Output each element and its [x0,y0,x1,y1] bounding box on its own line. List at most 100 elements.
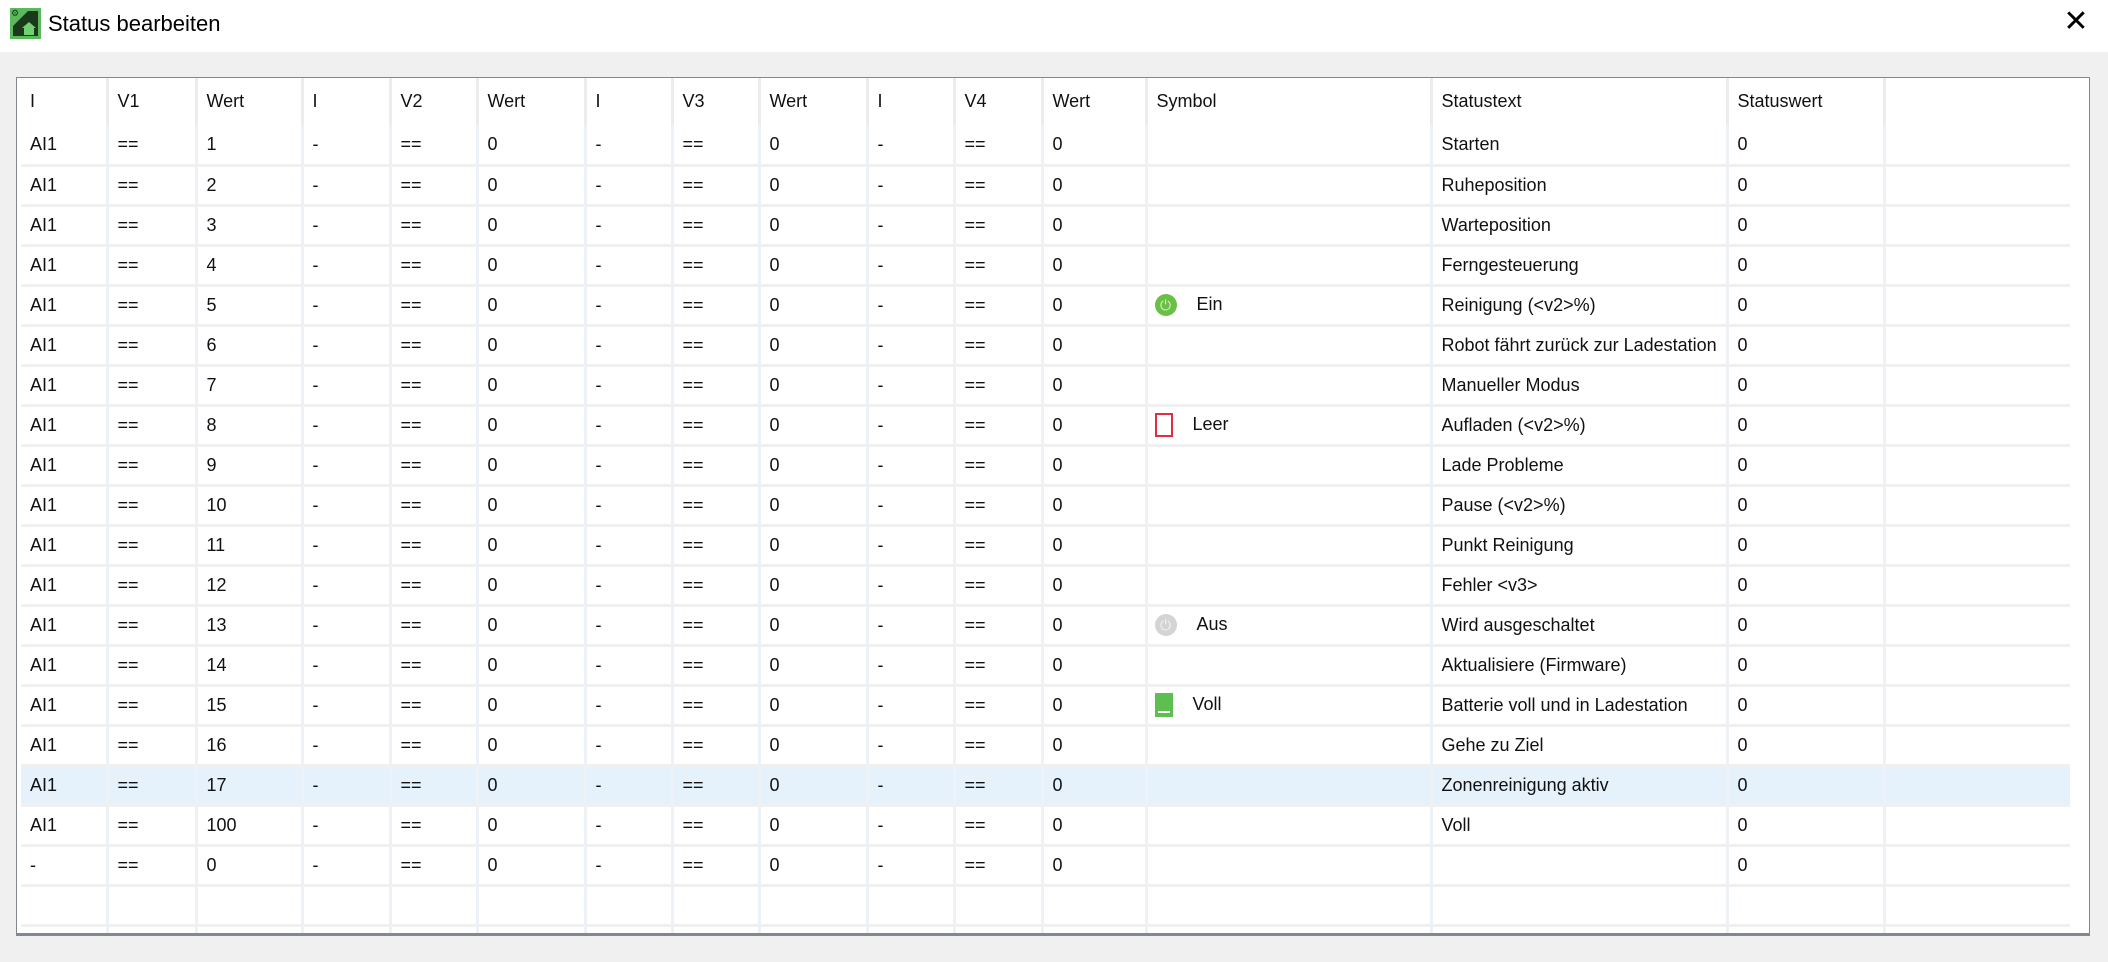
symbol-cell[interactable] [1146,645,1433,687]
table-cell[interactable]: == [107,285,198,327]
table-cell[interactable]: == [672,405,761,447]
table-cell[interactable]: - [867,245,956,287]
table-cell[interactable]: == [390,765,479,807]
table-cell[interactable]: 0 [477,605,587,647]
status-value-cell[interactable]: 0 [1727,805,1886,847]
table-cell[interactable]: - [302,685,392,727]
table-cell[interactable]: AI1 [21,365,109,407]
table-cell[interactable]: 0 [1042,205,1148,247]
table-cell[interactable]: - [585,685,674,727]
table-cell[interactable]: 0 [477,845,587,887]
table-cell[interactable]: - [21,845,109,887]
table-cell[interactable]: 0 [759,685,869,727]
table-row[interactable]: AI1 == 4- == 0- == 0- == 0 Ferngesteuerung 0 [21,245,2070,287]
table-cell[interactable]: - [585,285,674,327]
table-cell[interactable]: == [672,365,761,407]
table-cell[interactable]: == [954,365,1044,407]
table-cell[interactable]: == [672,605,761,647]
table-row[interactable]: AI1 == 11- == 0- == 0- == 0 Punkt Reinigung 0 [21,525,2070,567]
table-cell[interactable]: AI1 [21,445,109,487]
table-cell[interactable]: 3 [196,205,304,247]
table-cell[interactable]: 0 [477,285,587,327]
table-cell[interactable]: AI1 [21,725,109,767]
table-cell[interactable]: == [390,165,479,207]
table-cell[interactable]: == [107,805,198,847]
table-cell[interactable]: == [672,725,761,767]
status-text-cell[interactable]: Wird ausgeschaltet [1431,605,1729,647]
table-cell[interactable]: == [107,365,198,407]
table-cell[interactable]: 0 [759,205,869,247]
table-cell[interactable]: 0 [1042,325,1148,367]
status-text-cell[interactable]: Reinigung (<v2>%) [1431,285,1729,327]
status-value-cell[interactable]: 0 [1727,445,1886,487]
table-cell[interactable] [1884,925,2070,933]
status-value-cell[interactable]: 0 [1727,685,1886,727]
table-cell[interactable] [672,925,761,933]
table-cell[interactable]: == [390,725,479,767]
table-cell[interactable]: 0 [477,525,587,567]
empty-row[interactable] [21,925,2070,933]
table-cell[interactable] [1042,885,1148,927]
table-cell[interactable]: 0 [759,405,869,447]
table-cell[interactable]: 0 [1042,565,1148,607]
table-cell[interactable]: - [867,765,956,807]
table-cell[interactable]: == [107,245,198,287]
symbol-cell[interactable] [1146,165,1433,207]
table-cell[interactable]: 12 [196,565,304,607]
table-cell[interactable]: 0 [477,245,587,287]
table-cell[interactable]: 1 [196,125,304,167]
table-cell[interactable]: - [302,765,392,807]
table-cell[interactable]: == [672,485,761,527]
table-cell[interactable] [477,925,587,933]
table-cell[interactable]: - [585,525,674,567]
table-cell[interactable]: 0 [759,165,869,207]
table-cell[interactable]: 0 [477,805,587,847]
table-cell[interactable]: - [585,645,674,687]
status-text-cell[interactable]: Zonenreinigung aktiv [1431,765,1729,807]
table-cell[interactable]: 0 [477,125,587,167]
table-cell[interactable]: AI1 [21,605,109,647]
table-cell[interactable]: 9 [196,445,304,487]
status-value-cell[interactable]: 0 [1727,645,1886,687]
table-cell[interactable]: - [585,565,674,607]
table-cell[interactable]: - [302,205,392,247]
table-cell[interactable] [759,885,869,927]
column-header[interactable]: Wert [1042,78,1148,125]
table-row[interactable]: AI1 == 10- == 0- == 0- == 0 Pause (<v2>%) 0 [21,485,2070,527]
status-value-cell[interactable]: 0 [1727,405,1886,447]
table-cell[interactable]: == [672,845,761,887]
table-cell[interactable]: == [672,525,761,567]
table-cell[interactable]: == [107,565,198,607]
table-cell[interactable]: AI1 [21,245,109,287]
table-cell[interactable]: - [302,125,392,167]
table-cell[interactable]: 0 [477,485,587,527]
table-cell[interactable]: 0 [1042,445,1148,487]
table-cell[interactable]: == [954,845,1044,887]
close-icon[interactable]: ✕ [2058,4,2094,40]
table-cell[interactable]: - [302,525,392,567]
table-cell[interactable]: == [390,605,479,647]
table-cell[interactable]: - [585,245,674,287]
table-cell[interactable]: == [672,325,761,367]
table-row[interactable]: AI1 == 1- == 0- == 0- == 0 Starten 0 [21,125,2070,167]
symbol-cell[interactable] [1146,525,1433,567]
table-cell[interactable]: == [390,205,479,247]
table-cell[interactable]: 0 [1042,485,1148,527]
table-cell[interactable]: == [954,565,1044,607]
table-cell[interactable] [1431,925,1729,933]
empty-row[interactable] [21,885,2070,927]
table-cell[interactable]: == [954,325,1044,367]
table-cell[interactable]: == [390,805,479,847]
status-value-cell[interactable]: 0 [1727,525,1886,567]
table-cell[interactable]: == [390,685,479,727]
table-cell[interactable] [1727,925,1886,933]
table-cell[interactable] [107,925,198,933]
table-cell[interactable]: 16 [196,725,304,767]
table-row[interactable]: AI1 == 14- == 0- == 0- == 0 Aktualisiere (Firmwar… [21,645,2070,687]
column-header[interactable]: V3 [672,78,761,125]
table-cell[interactable]: - [867,285,956,327]
table-cell[interactable]: == [107,845,198,887]
table-cell[interactable]: 0 [759,605,869,647]
status-value-cell[interactable]: 0 [1727,205,1886,247]
table-cell[interactable]: == [672,205,761,247]
